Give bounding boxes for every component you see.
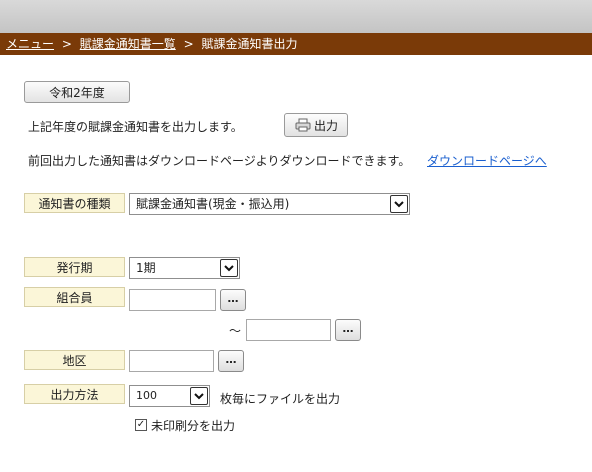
unprinted-only-checkbox[interactable]: ✓	[135, 419, 147, 431]
issue-period-select[interactable]: 1期	[129, 257, 240, 279]
download-description: 前回出力した通知書はダウンロードページよりダウンロードできます。	[28, 154, 411, 168]
breadcrumb-current: 賦課金通知書出力	[201, 37, 298, 51]
member-to-lookup-button[interactable]: …	[335, 319, 361, 341]
output-count-value: 100	[136, 389, 157, 402]
range-separator: 〜	[229, 324, 242, 338]
output-count-select[interactable]: 100	[129, 385, 210, 407]
breadcrumb-menu-link[interactable]: メニュー	[6, 37, 54, 51]
breadcrumb-separator: >	[61, 37, 72, 51]
per-file-text: 枚毎にファイルを出力	[220, 392, 341, 406]
district-lookup-button[interactable]: …	[218, 350, 244, 372]
notice-type-select[interactable]: 賦課金通知書(現金・振込用)	[129, 193, 410, 215]
download-page-link[interactable]: ダウンロードページへ	[427, 152, 547, 169]
district-input[interactable]	[129, 350, 214, 372]
breadcrumb-list-link[interactable]: 賦課金通知書一覧	[80, 37, 176, 51]
breadcrumb-separator: >	[183, 37, 194, 51]
district-label: 地区	[24, 350, 125, 370]
unprinted-only-label: 未印刷分を出力	[151, 419, 236, 433]
member-from-input[interactable]	[129, 289, 216, 311]
print-button-label: 出力	[313, 118, 338, 133]
chevron-down-icon	[220, 259, 238, 277]
top-header-band	[0, 0, 592, 33]
member-label: 組合員	[24, 287, 125, 307]
chevron-down-icon	[390, 195, 408, 213]
breadcrumb: メニュー > 賦課金通知書一覧 > 賦課金通知書出力	[0, 33, 592, 55]
print-description: 上記年度の賦課金通知書を出力します。	[28, 120, 243, 134]
fiscal-year-button[interactable]: 令和2年度	[24, 81, 130, 103]
chevron-down-icon	[190, 387, 208, 405]
output-method-label: 出力方法	[24, 384, 125, 404]
member-from-lookup-button[interactable]: …	[220, 289, 246, 311]
notice-type-value: 賦課金通知書(現金・振込用)	[136, 197, 290, 211]
printer-icon	[294, 118, 312, 132]
notice-type-label: 通知書の種類	[24, 193, 125, 213]
issue-period-value: 1期	[136, 261, 156, 275]
issue-period-label: 発行期	[24, 257, 125, 277]
print-button[interactable]: 出力	[284, 113, 348, 137]
member-to-input[interactable]	[246, 319, 331, 341]
